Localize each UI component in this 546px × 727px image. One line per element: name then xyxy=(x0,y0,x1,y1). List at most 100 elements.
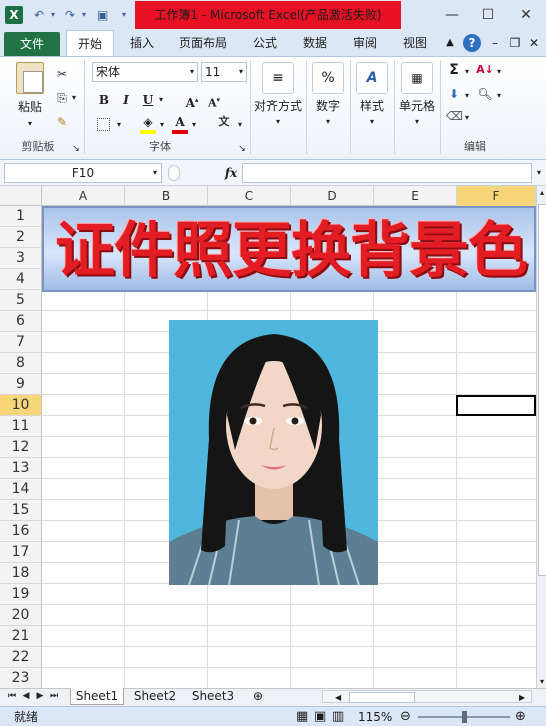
row-header-2[interactable]: 2 xyxy=(0,227,42,248)
row-header-11[interactable]: 11 xyxy=(0,416,42,437)
cells-button[interactable]: 单元格 xyxy=(396,97,438,114)
paste-icon[interactable] xyxy=(16,62,44,94)
horizontal-scrollbar[interactable]: ◀ ▶ xyxy=(322,690,532,703)
undo-dropdown-icon[interactable]: ▾ xyxy=(51,6,61,24)
tab-review[interactable]: 审阅 xyxy=(346,30,384,56)
number-format-icon[interactable]: % xyxy=(312,62,344,94)
phonetic-dropdown-icon[interactable]: ▾ xyxy=(236,117,244,133)
font-launcher-icon[interactable]: ↘ xyxy=(236,141,248,157)
row-header-15[interactable]: 15 xyxy=(0,500,42,521)
redo-dropdown-icon[interactable]: ▾ xyxy=(82,6,92,24)
row-header-19[interactable]: 19 xyxy=(0,584,42,605)
tab-insert[interactable]: 插入 xyxy=(122,30,162,56)
scroll-right-icon[interactable]: ▶ xyxy=(519,691,529,704)
font-color-dropdown-icon[interactable]: ▾ xyxy=(190,117,198,133)
ribbon-collapse-icon[interactable]: ▲ xyxy=(442,30,458,56)
sort-filter-icon[interactable]: A↓ xyxy=(476,62,494,78)
workbook-restore-icon[interactable]: ❐ xyxy=(508,30,522,56)
undo-icon[interactable]: ↶ xyxy=(34,6,50,24)
cells-dropdown-icon[interactable]: ▾ xyxy=(409,114,425,130)
column-header-d[interactable]: D xyxy=(291,186,374,206)
tab-formulas[interactable]: 公式 xyxy=(246,30,284,56)
scroll-left-icon[interactable]: ◀ xyxy=(335,691,345,704)
row-header-18[interactable]: 18 xyxy=(0,563,42,584)
row-header-6[interactable]: 6 xyxy=(0,311,42,332)
phonetic-guide-icon[interactable]: 文 xyxy=(214,114,234,130)
column-header-a[interactable]: A xyxy=(42,186,125,206)
font-size-dropdown[interactable]: 11 ▾ xyxy=(201,62,247,82)
underline-dropdown-icon[interactable]: ▾ xyxy=(157,92,165,108)
paste-dropdown-icon[interactable]: ▾ xyxy=(22,116,38,132)
row-header-14[interactable]: 14 xyxy=(0,479,42,500)
row-header-10[interactable]: 10 xyxy=(0,395,42,416)
zoom-level[interactable]: 115% xyxy=(358,707,392,727)
zoom-slider-thumb[interactable] xyxy=(462,711,467,723)
underline-button[interactable]: U xyxy=(140,92,156,108)
save-icon[interactable]: ▣ xyxy=(97,6,113,24)
normal-view-icon[interactable]: ▦ xyxy=(296,707,308,727)
cut-icon[interactable]: ✂ xyxy=(54,66,70,82)
number-button[interactable]: 数字 xyxy=(308,97,348,114)
column-header-c[interactable]: C xyxy=(208,186,291,206)
grow-font-icon[interactable]: A▴ xyxy=(184,92,200,111)
styles-icon[interactable]: A xyxy=(356,62,388,94)
vertical-scrollbar[interactable]: ▴ ▾ xyxy=(536,186,546,688)
id-photo-image[interactable] xyxy=(169,320,378,585)
row-header-7[interactable]: 7 xyxy=(0,332,42,353)
font-name-dropdown[interactable]: 宋体 ▾ xyxy=(92,62,198,82)
cells-icon[interactable]: ▦ xyxy=(401,62,433,94)
title-banner[interactable]: 证件照更换背景色 xyxy=(42,206,536,292)
clear-dropdown-icon[interactable]: ▾ xyxy=(463,110,471,126)
workbook-close-icon[interactable]: ✕ xyxy=(527,30,541,56)
row-header-23[interactable]: 23 xyxy=(0,668,42,689)
row-header-5[interactable]: 5 xyxy=(0,290,42,311)
fill-color-dropdown-icon[interactable]: ▾ xyxy=(158,117,166,133)
h-scroll-thumb[interactable] xyxy=(349,692,415,703)
row-header-3[interactable]: 3 xyxy=(0,248,42,269)
clear-icon[interactable]: ⌫ xyxy=(446,108,463,124)
fill-icon[interactable]: ⬇ xyxy=(446,86,462,102)
column-header-e[interactable]: E xyxy=(374,186,457,206)
row-header-21[interactable]: 21 xyxy=(0,626,42,647)
redo-icon[interactable]: ↷ xyxy=(65,6,81,24)
insert-sheet-icon[interactable]: ⊕ xyxy=(248,688,268,705)
clipboard-launcher-icon[interactable]: ↘ xyxy=(70,141,82,157)
styles-dropdown-icon[interactable]: ▾ xyxy=(364,114,380,130)
row-header-13[interactable]: 13 xyxy=(0,458,42,479)
alignment-button[interactable]: 对齐方式 xyxy=(252,97,304,114)
font-color-icon[interactable]: A xyxy=(172,114,188,130)
find-dropdown-icon[interactable]: ▾ xyxy=(495,88,503,104)
workbook-minimize-icon[interactable]: – xyxy=(488,30,502,56)
customize-qat-icon[interactable]: ▾ xyxy=(122,6,132,24)
sheet-tab-sheet3[interactable]: Sheet3 xyxy=(186,688,240,705)
alignment-icon[interactable]: ≡ xyxy=(262,62,294,94)
autosum-icon[interactable]: Σ xyxy=(446,62,462,78)
help-icon[interactable]: ? xyxy=(463,34,481,52)
copy-dropdown-icon[interactable]: ▾ xyxy=(70,90,78,106)
sort-dropdown-icon[interactable]: ▾ xyxy=(495,64,503,80)
zoom-in-icon[interactable]: ⊕ xyxy=(515,707,526,727)
scroll-thumb[interactable] xyxy=(538,204,546,576)
tab-home[interactable]: 开始 xyxy=(66,30,114,57)
row-header-9[interactable]: 9 xyxy=(0,374,42,395)
name-box[interactable]: F10 ▾ xyxy=(4,163,162,183)
number-dropdown-icon[interactable]: ▾ xyxy=(320,114,336,130)
row-header-17[interactable]: 17 xyxy=(0,542,42,563)
next-sheet-icon[interactable]: ▶ xyxy=(34,688,46,705)
column-header-b[interactable]: B xyxy=(125,186,208,206)
last-sheet-icon[interactable]: ⏭ xyxy=(48,688,60,705)
excel-app-icon[interactable]: X xyxy=(5,6,23,24)
border-dropdown-icon[interactable]: ▾ xyxy=(115,117,123,133)
row-header-12[interactable]: 12 xyxy=(0,437,42,458)
row-header-1[interactable]: 1 xyxy=(0,206,42,227)
copy-icon[interactable]: ⎘ xyxy=(54,90,70,106)
expand-formula-icon[interactable]: ▾ xyxy=(534,165,544,181)
tab-page-layout[interactable]: 页面布局 xyxy=(172,30,234,56)
zoom-out-icon[interactable]: ⊖ xyxy=(400,707,411,727)
minimize-button[interactable]: — xyxy=(434,0,470,30)
fill-dropdown-icon[interactable]: ▾ xyxy=(463,88,471,104)
page-break-view-icon[interactable]: ▥ xyxy=(332,707,344,727)
zoom-slider[interactable] xyxy=(418,711,510,723)
format-painter-icon[interactable]: ✎ xyxy=(54,114,70,130)
page-layout-view-icon[interactable]: ▣ xyxy=(314,707,326,727)
